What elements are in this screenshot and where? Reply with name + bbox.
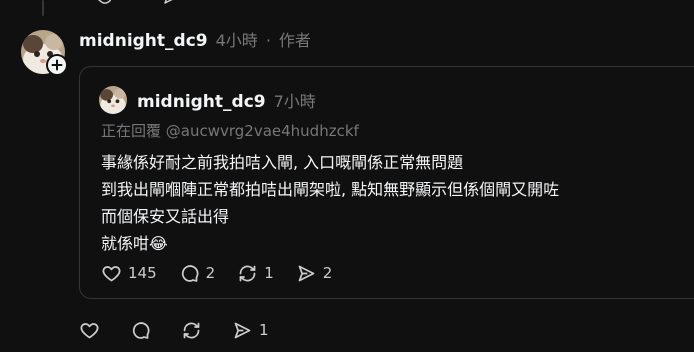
quoted-username[interactable]: midnight_dc9 xyxy=(137,92,266,112)
comment-button[interactable] xyxy=(130,320,151,341)
share-count: 1 xyxy=(259,321,269,339)
share-button[interactable]: 2 xyxy=(296,263,333,284)
repost-button[interactable]: 1 xyxy=(237,263,274,284)
post-time: 4小時 xyxy=(215,31,258,50)
quoted-post-text: 事緣係好耐之前我拍咭入閘, 入口嘅閘係正常無問題 到我出閘嗰陣正常都拍咭出閘架啦… xyxy=(101,149,691,257)
replying-to-label[interactable]: 正在回覆 @aucwvrg2vae4hudhzckf xyxy=(101,120,359,141)
post-actions: 1 xyxy=(79,319,299,341)
comment-icon xyxy=(181,264,199,282)
share-count: 2 xyxy=(322,264,333,282)
repost-count: 1 xyxy=(264,264,274,282)
threads-post-view: midnight_dc9 4小時 · 作者 midnight_dc9 7小時 正… xyxy=(0,0,694,352)
like-button[interactable] xyxy=(79,320,100,341)
post-username[interactable]: midnight_dc9 xyxy=(79,31,208,51)
previous-post-actions xyxy=(96,0,180,6)
post-text-line: 而個保安又話出得 xyxy=(101,207,230,226)
post-header: midnight_dc9 4小時 · 作者 xyxy=(79,27,311,51)
cat-avatar-image xyxy=(99,86,127,114)
share-button[interactable]: 1 xyxy=(232,320,269,341)
repost-icon xyxy=(183,322,200,338)
like-button[interactable]: 145 xyxy=(101,263,157,284)
share-icon xyxy=(234,322,251,338)
quoted-post-header: midnight_dc9 7小時 xyxy=(137,88,316,112)
like-count: 145 xyxy=(128,264,157,282)
meta-separator: · xyxy=(265,31,271,50)
quoted-time: 7小時 xyxy=(273,92,316,111)
repost-icon[interactable] xyxy=(96,0,114,6)
post-text-line: 就係咁😂 xyxy=(101,234,168,253)
author-tag: 作者 xyxy=(278,31,311,50)
comment-button[interactable]: 2 xyxy=(179,263,216,284)
repost-button[interactable] xyxy=(181,320,202,341)
share-icon[interactable] xyxy=(162,0,180,6)
comment-count: 2 xyxy=(205,264,216,282)
heart-icon xyxy=(102,265,121,281)
repost-icon xyxy=(239,265,256,281)
plus-icon xyxy=(51,59,63,71)
follow-button[interactable] xyxy=(46,54,68,76)
quoted-avatar[interactable] xyxy=(99,86,127,114)
post-text-line: 到我出閘嗰陣正常都拍咭出閘架啦, 點知無野顯示但係個閘又開咗 xyxy=(101,180,560,199)
quoted-post-card[interactable]: midnight_dc9 7小時 正在回覆 @aucwvrg2vae4hudhz… xyxy=(79,66,694,299)
share-icon xyxy=(298,265,315,281)
post-text-line: 事緣係好耐之前我拍咭入閘, 入口嘅閘係正常無問題 xyxy=(101,153,464,172)
comment-icon xyxy=(132,321,150,339)
quoted-post-actions: 145 2 1 2 xyxy=(101,262,354,284)
thread-connector-line xyxy=(42,0,44,16)
heart-icon xyxy=(80,322,99,338)
